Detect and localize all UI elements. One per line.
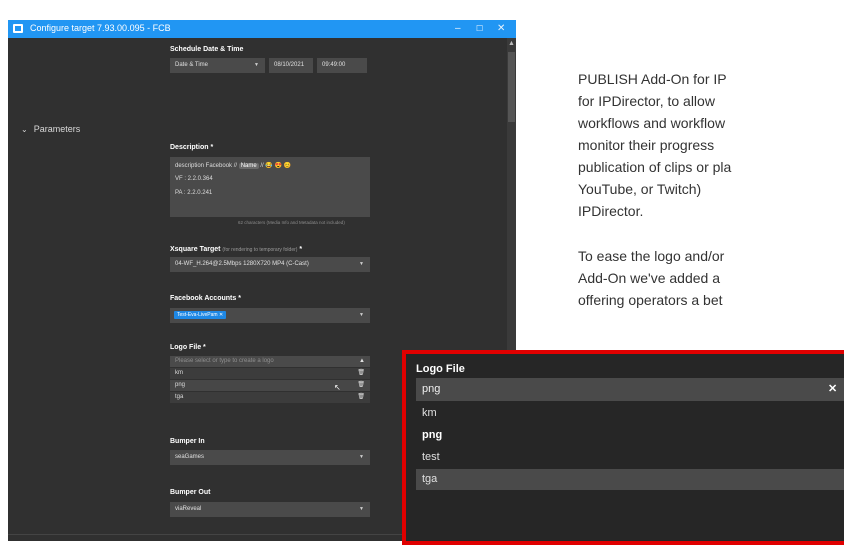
schedule-time-input[interactable]: 09:49:00 bbox=[317, 58, 367, 73]
facebook-accounts-label: Facebook Accounts * bbox=[170, 295, 241, 302]
scroll-up-icon[interactable]: ▲ bbox=[508, 40, 515, 47]
doc-line: for IPDirector, to allow bbox=[578, 93, 715, 109]
xsquare-target-select[interactable]: 04-WF_H.264@2.5Mbps 1280X720 MP4 (C-Cast… bbox=[170, 257, 370, 272]
maximize-button[interactable]: ☐ bbox=[476, 22, 483, 36]
bumper-in-value: seaGames bbox=[175, 454, 205, 460]
description-line2: VF : 2.2.0.364 bbox=[175, 176, 213, 182]
schedule-mode-value: Date & Time bbox=[175, 62, 209, 68]
description-line1-prefix: description Facebook // bbox=[175, 163, 239, 169]
facebook-account-chip[interactable]: Test-Eva-LivePam ✕ bbox=[174, 311, 227, 319]
bumper-in-select[interactable]: seaGames ▼ bbox=[170, 450, 370, 465]
clear-icon[interactable]: ✕ bbox=[828, 378, 837, 401]
trash-icon[interactable]: 🗑 bbox=[357, 380, 365, 391]
chevron-down-icon: ▼ bbox=[359, 506, 364, 512]
xsquare-hint: (for rendering to temporary folder) bbox=[222, 247, 298, 253]
zoom-logo-file-input[interactable]: png ✕ ▲ bbox=[416, 378, 844, 401]
doc-line: PUBLISH Add-On for IP bbox=[578, 71, 727, 87]
close-button[interactable]: ✕ bbox=[497, 22, 505, 36]
zoom-option-test[interactable]: test bbox=[416, 447, 844, 468]
parameters-section-header[interactable]: ⌄ Parameters bbox=[21, 124, 80, 134]
chevron-down-icon: ▼ bbox=[359, 454, 364, 460]
logo-file-input[interactable]: Please select or type to create a logo ▲ bbox=[170, 356, 370, 367]
doc-line: Add-On we've added a bbox=[578, 270, 720, 286]
scrollbar-thumb[interactable] bbox=[508, 52, 515, 122]
parameters-label: Parameters bbox=[33, 124, 81, 134]
trash-icon[interactable]: 🗑 bbox=[357, 392, 365, 403]
chevron-down-icon: ⌄ bbox=[21, 125, 28, 134]
description-char-counter: 62 characters (Media Info and Metadata n… bbox=[238, 220, 345, 225]
description-label: Description * bbox=[170, 144, 214, 151]
facebook-accounts-select[interactable]: Test-Eva-LivePam ✕ ▼ bbox=[170, 308, 370, 323]
doc-line: To ease the logo and/or bbox=[578, 248, 725, 264]
chevron-down-icon: ▼ bbox=[254, 62, 259, 68]
doc-line: publication of clips or pla bbox=[578, 159, 732, 175]
window-title: Configure target 7.93.00.095 - FCB bbox=[30, 23, 171, 33]
logo-option-km[interactable]: km 🗑 bbox=[170, 368, 370, 379]
schedule-date-input[interactable]: 08/10/2021 bbox=[269, 58, 313, 73]
trash-icon[interactable]: 🗑 bbox=[357, 368, 365, 379]
zoom-option-km[interactable]: km bbox=[416, 403, 844, 424]
name-token[interactable]: Name bbox=[238, 163, 259, 169]
bumper-in-label: Bumper In bbox=[170, 438, 205, 445]
chevron-up-icon: ▲ bbox=[359, 358, 365, 364]
zoom-option-tga[interactable]: tga bbox=[416, 469, 844, 490]
description-line3: PA : 2.2.0.241 bbox=[175, 190, 213, 196]
zoom-logo-file-label: Logo File bbox=[416, 363, 465, 375]
xsquare-target-value: 04-WF_H.264@2.5Mbps 1280X720 MP4 (C-Cast… bbox=[175, 261, 309, 267]
logo-option-tga[interactable]: tga 🗑 bbox=[170, 392, 370, 403]
xsquare-label-text: Xsquare Target bbox=[170, 246, 221, 253]
bumper-out-select[interactable]: viaReveal ▼ bbox=[170, 502, 370, 517]
chevron-down-icon: ▼ bbox=[359, 261, 364, 267]
bumper-out-value: viaReveal bbox=[175, 506, 202, 512]
xsquare-required-mark: * bbox=[299, 246, 303, 253]
bumper-out-label: Bumper Out bbox=[170, 489, 211, 496]
logo-option-label: tga bbox=[175, 394, 184, 400]
logo-file-placeholder: Please select or type to create a logo bbox=[175, 358, 274, 364]
logo-option-label: km bbox=[175, 370, 183, 376]
zoom-input-value: png bbox=[422, 383, 441, 395]
title-bar[interactable]: Configure target 7.93.00.095 - FCB – ☐ ✕ bbox=[8, 20, 516, 38]
minimize-button[interactable]: – bbox=[455, 22, 461, 36]
logo-file-label: Logo File * bbox=[170, 344, 206, 351]
logo-option-png[interactable]: png ↖ 🗑 bbox=[170, 380, 370, 392]
doc-line: IPDirector. bbox=[578, 203, 644, 219]
doc-line: YouTube, or Twitch) bbox=[578, 181, 702, 197]
schedule-mode-select[interactable]: Date & Time ▼ bbox=[170, 58, 265, 73]
doc-line: workflows and workflow bbox=[578, 115, 726, 131]
schedule-label: Schedule Date & Time bbox=[170, 46, 244, 53]
description-textarea[interactable]: description Facebook // Name // 😂 😍 😊 VF… bbox=[170, 157, 370, 217]
xsquare-target-label: Xsquare Target (for rendering to tempora… bbox=[170, 246, 302, 253]
app-icon bbox=[13, 24, 23, 33]
zoom-option-png[interactable]: png bbox=[416, 425, 844, 446]
logo-option-label: png bbox=[175, 382, 186, 388]
description-line1-suffix: // 😂 😍 😊 bbox=[258, 163, 292, 169]
logo-file-zoom-panel: Logo File png ✕ ▲ km png test tga bbox=[402, 350, 844, 545]
doc-line: offering operators a bet bbox=[578, 292, 723, 308]
chevron-down-icon: ▼ bbox=[359, 312, 364, 318]
doc-line: monitor their progress bbox=[578, 137, 715, 153]
